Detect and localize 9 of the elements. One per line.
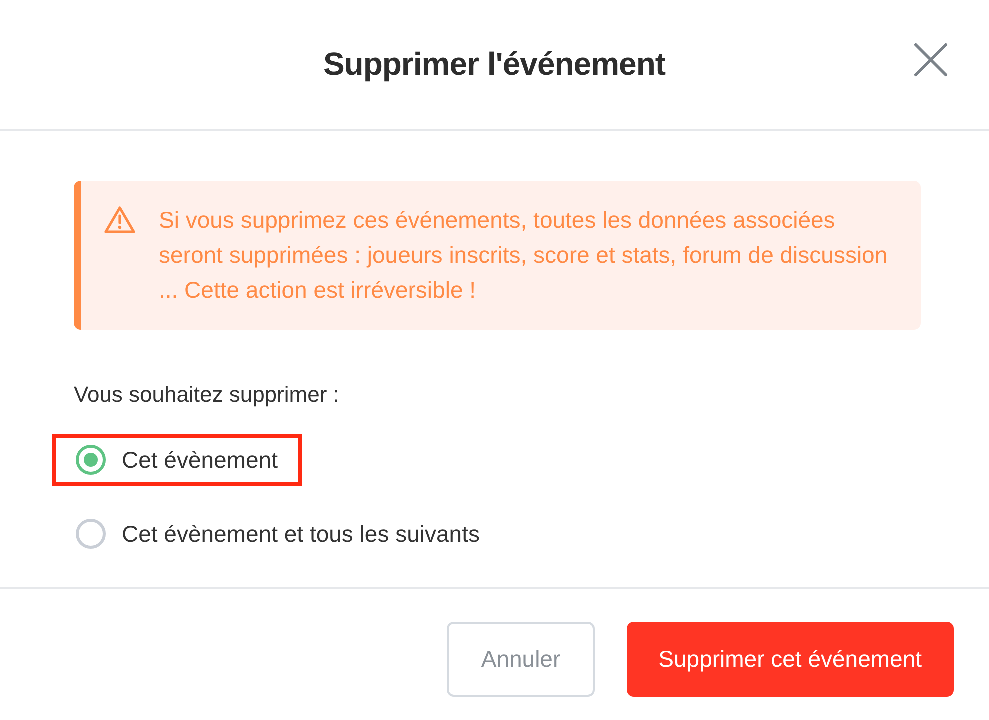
dialog-title: Supprimer l'événement [323, 46, 666, 83]
highlighted-radio-option[interactable]: Cet évènement [52, 434, 302, 486]
question-label: Vous souhaitez supprimer : [74, 382, 340, 408]
warning-text: Si vous supprimez ces événements, toutes les données associées seront supprimées : joueurs inscrits, score et stats, forum de discussion ... Cette action est irréversible ! [159, 206, 889, 305]
delete-button[interactable]: Supprimer cet événement [626, 622, 954, 697]
radio-option[interactable]: Cet évènement et tous les suivants [52, 508, 504, 560]
warning-icon [103, 205, 137, 235]
radio-button[interactable] [76, 519, 106, 549]
radio-button[interactable] [76, 445, 106, 475]
